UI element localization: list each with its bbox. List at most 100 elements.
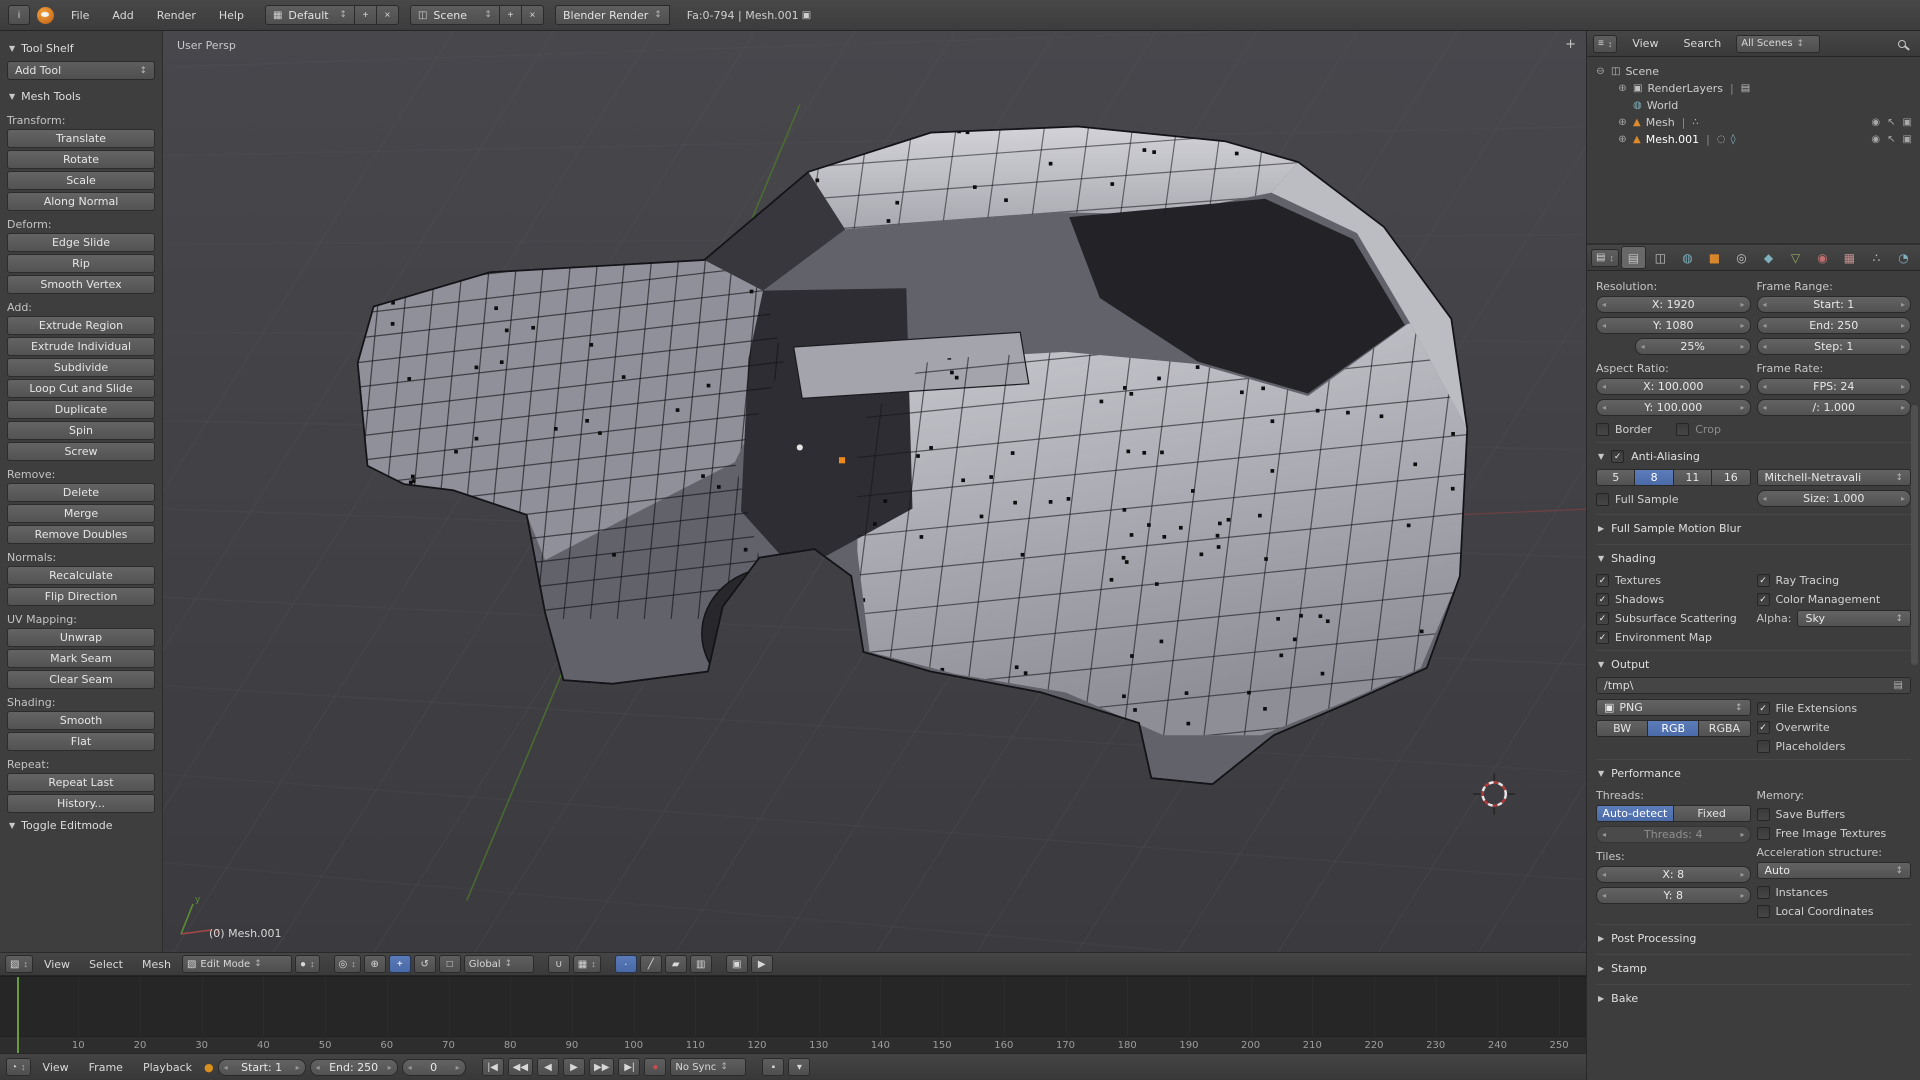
current-frame-field[interactable]: 0	[402, 1059, 466, 1076]
editor-type-timeline-button[interactable]: ◔	[6, 1058, 31, 1076]
timeline-editor[interactable]: 1020304050607080901001101201301401501601…	[0, 976, 1586, 1053]
next-keyframe-button[interactable]: ▶▶	[589, 1058, 614, 1076]
delete-layout-button[interactable]: ×	[377, 5, 399, 25]
tool-along-normal[interactable]: Along Normal	[7, 192, 155, 211]
particles-tab[interactable]: ∴	[1864, 246, 1889, 269]
add-layout-button[interactable]: +	[355, 5, 377, 25]
tool-extrude-region[interactable]: Extrude Region	[7, 316, 155, 335]
keying-set-dropdown[interactable]: ▾	[788, 1058, 810, 1076]
select-mode-vertex-button[interactable]: ∙	[615, 955, 637, 973]
pivot-align-toggle[interactable]: ⊕	[364, 955, 386, 973]
checkbox-box[interactable]: ✓	[1596, 612, 1609, 625]
tool-screw[interactable]: Screw	[7, 442, 155, 461]
menu-add[interactable]: Add	[102, 5, 143, 26]
checkbox-box[interactable]	[1757, 808, 1770, 821]
tool-recalculate[interactable]: Recalculate	[7, 566, 155, 585]
visibility-eye-icon[interactable]: ◉	[1871, 134, 1880, 145]
output-path-field[interactable]: /tmp\	[1596, 677, 1911, 694]
manipulator-translate-button[interactable]: +	[389, 955, 411, 973]
tool-edge-slide[interactable]: Edge Slide	[7, 233, 155, 252]
checkbox-box[interactable]: ✓	[1596, 631, 1609, 644]
mesh-tools-panel-header[interactable]: ▼ Mesh Tools	[7, 86, 155, 107]
aa-filter-dropdown[interactable]: Mitchell-Netravali	[1757, 469, 1912, 486]
add-tool-dropdown[interactable]: Add Tool	[7, 61, 155, 80]
viewport-shading-dropdown[interactable]: ●	[295, 955, 320, 973]
scene-tab[interactable]: ◫	[1648, 246, 1673, 269]
tool-extrude-individual[interactable]: Extrude Individual	[7, 337, 155, 356]
file-extensions-checkbox[interactable]: ✓ File Extensions	[1757, 699, 1912, 718]
texture-tab[interactable]: ▦	[1837, 246, 1862, 269]
shading-panel-header[interactable]: ▼ Shading	[1596, 544, 1911, 571]
world-tab[interactable]: ◍	[1675, 246, 1700, 269]
menu-search-outliner[interactable]: Search	[1673, 33, 1731, 54]
selectability-icon[interactable]: ↖	[1887, 117, 1895, 128]
textures-checkbox[interactable]: ✓ Textures	[1596, 571, 1751, 590]
expand-icon[interactable]: ⊕	[1617, 83, 1628, 94]
checkbox-box[interactable]: ✓	[1596, 593, 1609, 606]
menu-view[interactable]: View	[36, 955, 78, 974]
placeholders-checkbox[interactable]: Placeholders	[1757, 737, 1912, 756]
mode-dropdown[interactable]: ▧ Edit Mode	[182, 955, 292, 973]
constraints-tab[interactable]: ◎	[1729, 246, 1754, 269]
checkbox-box[interactable]	[1757, 905, 1770, 918]
editor-type-properties-button[interactable]: ▤	[1591, 249, 1619, 267]
selectability-icon[interactable]: ↖	[1887, 134, 1895, 145]
render-tab[interactable]: ▤	[1621, 246, 1646, 269]
outliner-item-renderlayers[interactable]: ⊕ ▣ RenderLayers | ▤	[1591, 80, 1916, 97]
jump-to-end-button[interactable]: ▶|	[618, 1058, 640, 1076]
shadows-checkbox[interactable]: ✓ Shadows	[1596, 590, 1751, 609]
menu-view-timeline[interactable]: View	[35, 1058, 77, 1077]
tool-remove-doubles[interactable]: Remove Doubles	[7, 525, 155, 544]
prev-keyframe-button[interactable]: ◀◀	[508, 1058, 533, 1076]
color-mode-rgba[interactable]: RGBA	[1699, 720, 1750, 737]
snap-magnet-toggle[interactable]: ∪	[548, 955, 570, 973]
render-engine-dropdown[interactable]: Blender Render	[555, 5, 670, 25]
aa-samples-5[interactable]: 5	[1596, 469, 1635, 486]
add-scene-button[interactable]: +	[500, 5, 522, 25]
threads-fixed[interactable]: Fixed	[1674, 805, 1751, 822]
editor-type-3dview-button[interactable]: ▧	[5, 955, 33, 973]
tool-delete[interactable]: Delete	[7, 483, 155, 502]
outliner-scope-dropdown[interactable]: All Scenes	[1736, 35, 1820, 53]
frame-step-slider[interactable]: Step: 1	[1757, 338, 1912, 355]
fps-slider[interactable]: FPS: 24	[1757, 378, 1912, 395]
tool-rotate[interactable]: Rotate	[7, 150, 155, 169]
overwrite-checkbox[interactable]: ✓ Overwrite	[1757, 718, 1912, 737]
object-tab[interactable]: ■	[1702, 246, 1727, 269]
menu-playback[interactable]: Playback	[135, 1058, 200, 1077]
play-button[interactable]: ▶	[563, 1058, 585, 1076]
local-coordinates-checkbox[interactable]: Local Coordinates	[1757, 902, 1912, 921]
frame-start-field[interactable]: Start: 1	[218, 1059, 306, 1076]
checkbox-box[interactable]	[1596, 423, 1609, 436]
menu-file[interactable]: File	[61, 5, 99, 26]
tool-merge[interactable]: Merge	[7, 504, 155, 523]
snap-element-dropdown[interactable]: ▦	[573, 955, 601, 973]
checkbox-box[interactable]: ✓	[1757, 702, 1770, 715]
checkbox-box[interactable]	[1757, 827, 1770, 840]
jump-to-start-button[interactable]: |◀	[482, 1058, 504, 1076]
tool-unwrap[interactable]: Unwrap	[7, 628, 155, 647]
outliner-item-mesh001[interactable]: ⊕ ▲ Mesh.001 | ◌ ◊ ◉ ↖ ▣	[1591, 131, 1916, 148]
resolution-percentage-slider[interactable]: 25%	[1635, 338, 1751, 355]
aa-size-slider[interactable]: Size: 1.000	[1757, 490, 1912, 507]
checkbox-box[interactable]	[1757, 886, 1770, 899]
aspect-x-slider[interactable]: X: 100.000	[1596, 378, 1751, 395]
checkbox-box[interactable]: ✓	[1757, 593, 1770, 606]
tool-shelf-header[interactable]: ▼ Tool Shelf	[7, 38, 155, 59]
tool-mark-seam[interactable]: Mark Seam	[7, 649, 155, 668]
tool-smooth[interactable]: Smooth	[7, 711, 155, 730]
checkbox-box[interactable]	[1596, 493, 1609, 506]
modifiers-tab[interactable]: ◆	[1756, 246, 1781, 269]
environment-map-checkbox[interactable]: ✓ Environment Map	[1596, 628, 1751, 647]
select-mode-face-button[interactable]: ▰	[665, 955, 687, 973]
tool-rip[interactable]: Rip	[7, 254, 155, 273]
color-mode-bw[interactable]: BW	[1596, 720, 1648, 737]
post-processing-panel-header[interactable]: ▶ Post Processing	[1596, 924, 1911, 951]
checkbox-box[interactable]: ✓	[1596, 574, 1609, 587]
threads-auto-detect[interactable]: Auto-detect	[1596, 805, 1674, 822]
crop-checkbox[interactable]: Crop	[1676, 420, 1750, 439]
resolution-x-slider[interactable]: X: 1920	[1596, 296, 1751, 313]
save-buffers-checkbox[interactable]: Save Buffers	[1757, 805, 1912, 824]
toggle-editmode-panel-header[interactable]: ▼ Toggle Editmode	[7, 815, 155, 836]
expand-icon[interactable]: ⊕	[1617, 134, 1628, 145]
